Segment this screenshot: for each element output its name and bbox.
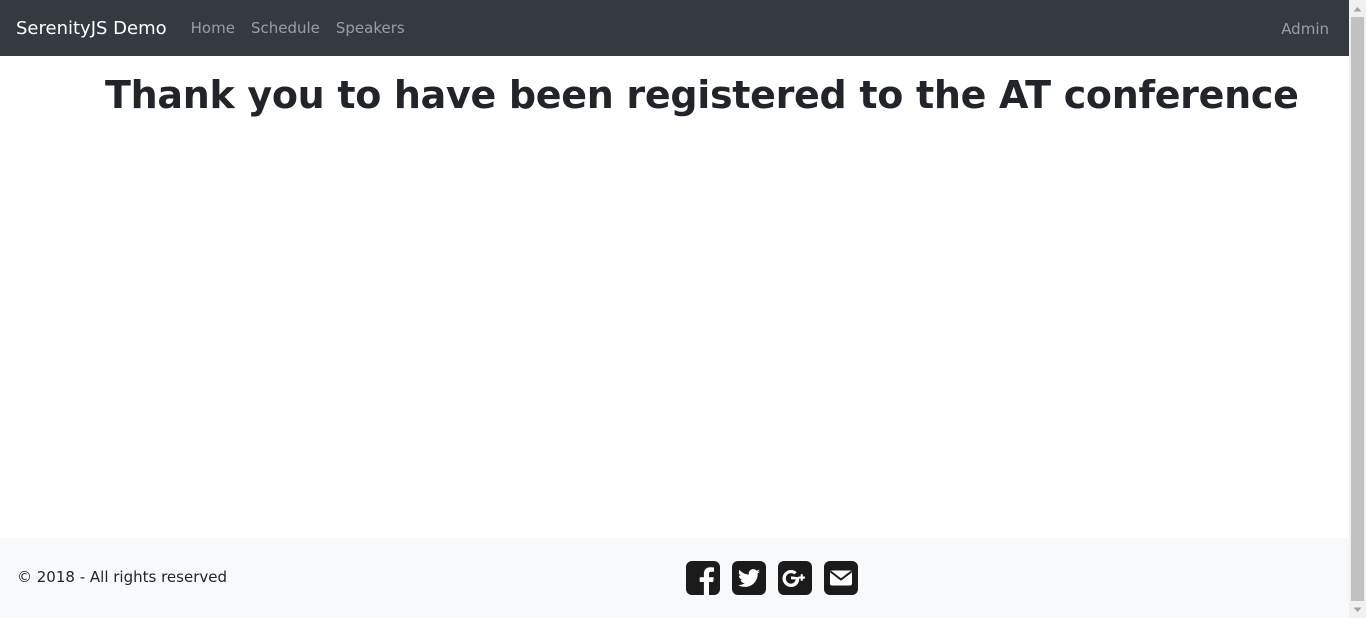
social-links (686, 561, 858, 595)
scroll-down-arrow-icon[interactable] (1349, 601, 1366, 618)
scroll-up-arrow-icon[interactable] (1349, 0, 1366, 17)
twitter-icon[interactable] (732, 561, 766, 595)
nav-link-admin[interactable]: Admin (1273, 20, 1333, 38)
google-plus-icon[interactable] (778, 561, 812, 595)
page-title: Thank you to have been registered to the… (105, 73, 1299, 117)
scrollbar-thumb[interactable] (1351, 17, 1364, 601)
copyright-text: © 2018 - All rights reserved (17, 568, 227, 586)
facebook-icon[interactable] (686, 561, 720, 595)
top-navbar: SerenityJS Demo Home Schedule Speakers A… (0, 0, 1349, 56)
nav-link-speakers[interactable]: Speakers (328, 19, 413, 37)
vertical-scrollbar[interactable] (1349, 0, 1366, 618)
brand-link[interactable]: SerenityJS Demo (16, 18, 167, 39)
nav-right: Admin (1273, 19, 1333, 38)
footer: © 2018 - All rights reserved (0, 538, 1349, 618)
nav-link-home[interactable]: Home (183, 19, 243, 37)
nav-links: Home Schedule Speakers (183, 19, 413, 37)
envelope-icon[interactable] (824, 561, 858, 595)
nav-link-schedule[interactable]: Schedule (243, 19, 328, 37)
